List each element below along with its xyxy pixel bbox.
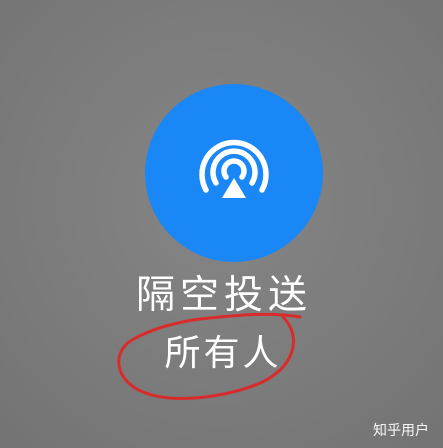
control-center-panel: 隔空投送 所有人 知乎用户 [0, 0, 443, 448]
watermark-text: 知乎用户 [373, 423, 429, 439]
airdrop-title: 隔空投送 [135, 273, 312, 318]
airdrop-icon [199, 139, 269, 198]
airdrop-status-everyone[interactable]: 所有人 [0, 336, 443, 372]
airdrop-toggle-button[interactable] [145, 84, 323, 262]
